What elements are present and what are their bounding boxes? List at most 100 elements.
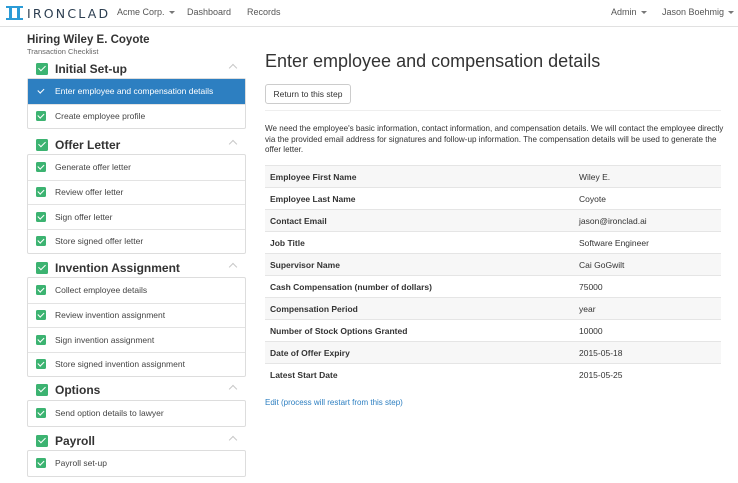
step-label: Collect employee details [55,285,148,296]
checkbox-checked-icon [36,310,46,321]
field-value: 2015-05-18 [574,341,721,364]
chevron-up-icon[interactable] [228,139,238,149]
transaction-subtitle: Transaction Checklist [27,47,99,56]
user-dropdown[interactable]: Jason Boehmig [662,7,735,17]
section-label: Offer Letter [55,138,121,152]
step-item-create-profile[interactable]: Create employee profile [28,103,245,129]
step-item-send-options[interactable]: Send option details to lawyer [28,401,245,426]
checkbox-checked-icon [36,187,46,198]
field-value: Wiley E. [574,165,721,188]
field-label: Date of Offer Expiry [265,341,574,364]
divider [265,110,721,111]
step-label: Sign offer letter [55,211,113,222]
step-label: Payroll set-up [55,458,107,469]
table-row: Compensation Period year [265,297,721,320]
field-label: Supervisor Name [265,253,574,276]
brand-name: IRONCLAD [27,5,111,21]
section-list-options: Send option details to lawyer [27,400,246,427]
step-description: We need the employee's basic information… [265,124,724,155]
step-label: Store signed invention assignment [55,359,185,370]
step-item-store-offer[interactable]: Store signed offer letter [28,228,245,254]
user-dropdown-label: Jason Boehmig [662,7,725,17]
section-label: Payroll [55,434,96,448]
field-value: Cai GoGwilt [574,253,721,276]
field-label: Cash Compensation (number of dollars) [265,275,574,298]
table-row: Cash Compensation (number of dollars) 750… [265,275,721,298]
field-value: Software Engineer [574,231,721,254]
checkbox-checked-icon [36,211,46,222]
field-label: Employee First Name [265,165,574,188]
admin-dropdown[interactable]: Admin [611,7,647,17]
section-label: Initial Set-up [55,62,127,76]
checkbox-checked-icon [36,162,46,173]
return-to-step-button[interactable]: Return to this step [265,84,351,104]
nav-dashboard[interactable]: Dashboard [187,7,231,17]
table-row: Employee First Name Wiley E. [265,165,721,188]
checkbox-checked-icon [36,262,48,274]
chevron-up-icon[interactable] [228,63,238,73]
details-table: Employee First Name Wiley E. Employee Las… [265,165,721,386]
step-item-review-invention[interactable]: Review invention assignment [28,302,245,328]
section-label: Invention Assignment [55,261,180,275]
step-item-review-offer[interactable]: Review offer letter [28,179,245,205]
checkbox-checked-icon [36,458,46,469]
caret-down-icon [728,11,735,15]
step-label: Generate offer letter [55,162,131,173]
edit-restart-link[interactable]: Edit (process will restart from this ste… [265,398,403,407]
step-item-enter-details[interactable]: Enter employee and compensation details [28,79,245,104]
table-row: Date of Offer Expiry 2015-05-18 [265,341,721,364]
section-list-initial-setup: Enter employee and compensation details … [27,78,246,129]
brand-logo[interactable]: IRONCLAD [6,5,110,21]
step-item-sign-invention[interactable]: Sign invention assignment [28,327,245,352]
step-item-store-invention[interactable]: Store signed invention assignment [28,351,245,377]
field-label: Employee Last Name [265,187,574,210]
checkbox-checked-icon [36,63,48,75]
step-item-sign-offer[interactable]: Sign offer letter [28,204,245,229]
field-value: Coyote [574,187,721,210]
checkbox-checked-icon [36,435,48,447]
checkbox-checked-icon [36,334,46,345]
page-title: Enter employee and compensation details [265,51,601,71]
field-label: Latest Start Date [265,363,574,386]
section-header-invention-assignment[interactable]: Invention Assignment [36,261,246,275]
table-row: Job Title Software Engineer [265,231,721,254]
step-label: Create employee profile [55,111,146,122]
transaction-title: Hiring Wiley E. Coyote [27,34,150,46]
field-value: 2015-05-25 [574,363,721,386]
table-row: Employee Last Name Coyote [265,187,721,210]
section-header-initial-setup[interactable]: Initial Set-up [36,62,246,76]
org-dropdown[interactable]: Acme Corp. [117,7,175,17]
step-item-collect-details[interactable]: Collect employee details [28,278,245,303]
field-label: Contact Email [265,209,574,232]
step-label: Send option details to lawyer [55,408,164,419]
field-label: Job Title [265,231,574,254]
chevron-up-icon[interactable] [228,435,238,445]
step-item-generate-offer[interactable]: Generate offer letter [28,155,245,180]
table-row: Supervisor Name Cai GoGwilt [265,253,721,276]
nav-records[interactable]: Records [247,7,281,17]
section-header-options[interactable]: Options [36,383,246,397]
section-label: Options [55,383,101,397]
section-list-payroll: Payroll set-up [27,450,246,477]
chevron-up-icon[interactable] [228,384,238,394]
caret-down-icon [640,11,647,15]
step-label: Store signed offer letter [55,236,144,247]
checkbox-checked-icon [36,285,46,296]
table-row: Number of Stock Options Granted 10000 [265,319,721,342]
top-navbar: IRONCLAD Acme Corp. Dashboard Records Ad… [0,0,738,27]
step-label: Review invention assignment [55,310,166,321]
checkbox-checked-icon [36,111,46,122]
step-label: Sign invention assignment [55,334,155,345]
field-label: Number of Stock Options Granted [265,319,574,342]
checkbox-checked-icon [36,139,48,151]
chevron-up-icon[interactable] [228,262,238,272]
checkbox-checked-icon [36,359,46,370]
admin-dropdown-label: Admin [611,7,637,17]
table-row: Contact Email jason@ironclad.ai [265,209,721,232]
step-item-payroll-setup[interactable]: Payroll set-up [28,451,245,476]
section-list-invention-assignment: Collect employee details Review inventio… [27,277,246,377]
section-header-payroll[interactable]: Payroll [36,434,246,448]
checkmark-icon [36,86,46,96]
field-value: year [574,297,721,320]
section-header-offer-letter[interactable]: Offer Letter [36,138,246,152]
